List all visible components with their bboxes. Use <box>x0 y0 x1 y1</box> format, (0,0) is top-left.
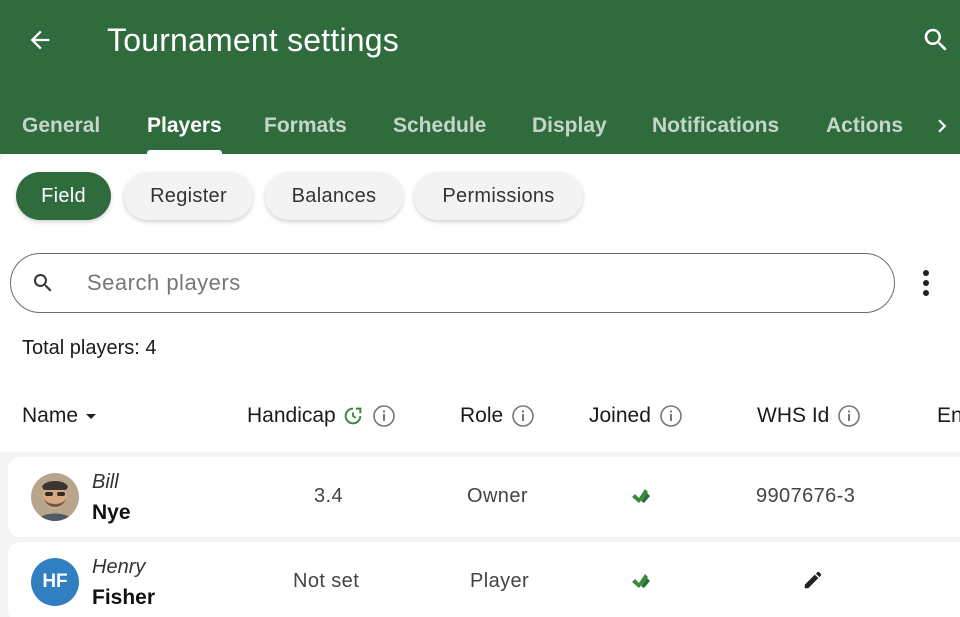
column-header-truncated: En <box>937 404 960 427</box>
avatar <box>31 473 79 521</box>
info-icon[interactable] <box>659 404 683 428</box>
column-header-whs-id: WHS Id <box>757 400 861 432</box>
joined-check-icon <box>630 485 654 514</box>
player-first-name: Bill <box>92 471 119 493</box>
info-icon[interactable] <box>837 404 861 428</box>
search-icon <box>924 28 947 51</box>
tab-actions[interactable]: Actions <box>826 98 903 154</box>
more-options-button[interactable] <box>908 263 944 303</box>
search-button[interactable] <box>916 20 956 60</box>
page-title: Tournament settings <box>107 22 399 58</box>
chip-balances[interactable]: Balances <box>265 172 403 220</box>
tab-display[interactable]: Display <box>532 98 607 154</box>
search-icon <box>29 269 57 297</box>
more-vert-icon <box>923 270 929 296</box>
pencil-icon <box>804 571 822 589</box>
tab-players[interactable]: Players <box>147 98 222 154</box>
search-field <box>10 253 895 313</box>
total-players: Total players: 4 <box>22 337 157 359</box>
refresh-icon[interactable] <box>342 405 364 427</box>
column-header-name[interactable]: Name <box>22 400 98 432</box>
player-last-name: Nye <box>92 501 131 524</box>
arrow-back-icon <box>30 30 50 50</box>
edit-whs-id-button[interactable] <box>802 569 824 596</box>
player-last-name: Fisher <box>92 586 156 609</box>
tab-general[interactable]: General <box>22 98 100 154</box>
handicap-value: Not set <box>293 570 360 592</box>
role-value: Player <box>470 570 530 592</box>
info-icon[interactable] <box>372 404 396 428</box>
column-header-handicap: Handicap <box>247 400 396 432</box>
sort-down-icon <box>86 414 97 419</box>
avatar: HF <box>31 558 79 606</box>
player-first-name: Henry <box>92 556 146 578</box>
tab-scroll-right-button[interactable] <box>924 98 960 154</box>
app-bar: Tournament settings General Players Form… <box>0 0 960 154</box>
column-header-role: Role <box>460 400 535 432</box>
tab-notifications[interactable]: Notifications <box>652 98 779 154</box>
chip-field[interactable]: Field <box>16 172 111 220</box>
handicap-value: 3.4 <box>314 485 344 507</box>
chip-register[interactable]: Register <box>124 172 253 220</box>
tab-formats[interactable]: Formats <box>264 98 347 154</box>
chip-permissions[interactable]: Permissions <box>414 172 583 220</box>
search-input[interactable] <box>87 270 867 296</box>
player-list: Bill Nye 3.4 Owner 9907676-3 HF Henry Fi… <box>0 452 960 617</box>
info-icon[interactable] <box>511 404 535 428</box>
column-header-joined: Joined <box>589 400 683 432</box>
tab-schedule[interactable]: Schedule <box>393 98 486 154</box>
tab-bar: General Players Formats Schedule Display… <box>0 98 960 154</box>
back-button[interactable] <box>22 22 58 58</box>
chevron-right-icon <box>938 119 947 133</box>
joined-check-icon <box>630 570 654 599</box>
table-row[interactable]: Bill Nye 3.4 Owner 9907676-3 <box>8 457 960 537</box>
whs-id-value: 9907676-3 <box>756 485 856 507</box>
role-value: Owner <box>467 485 528 507</box>
table-row[interactable]: HF Henry Fisher Not set Player <box>8 542 960 617</box>
